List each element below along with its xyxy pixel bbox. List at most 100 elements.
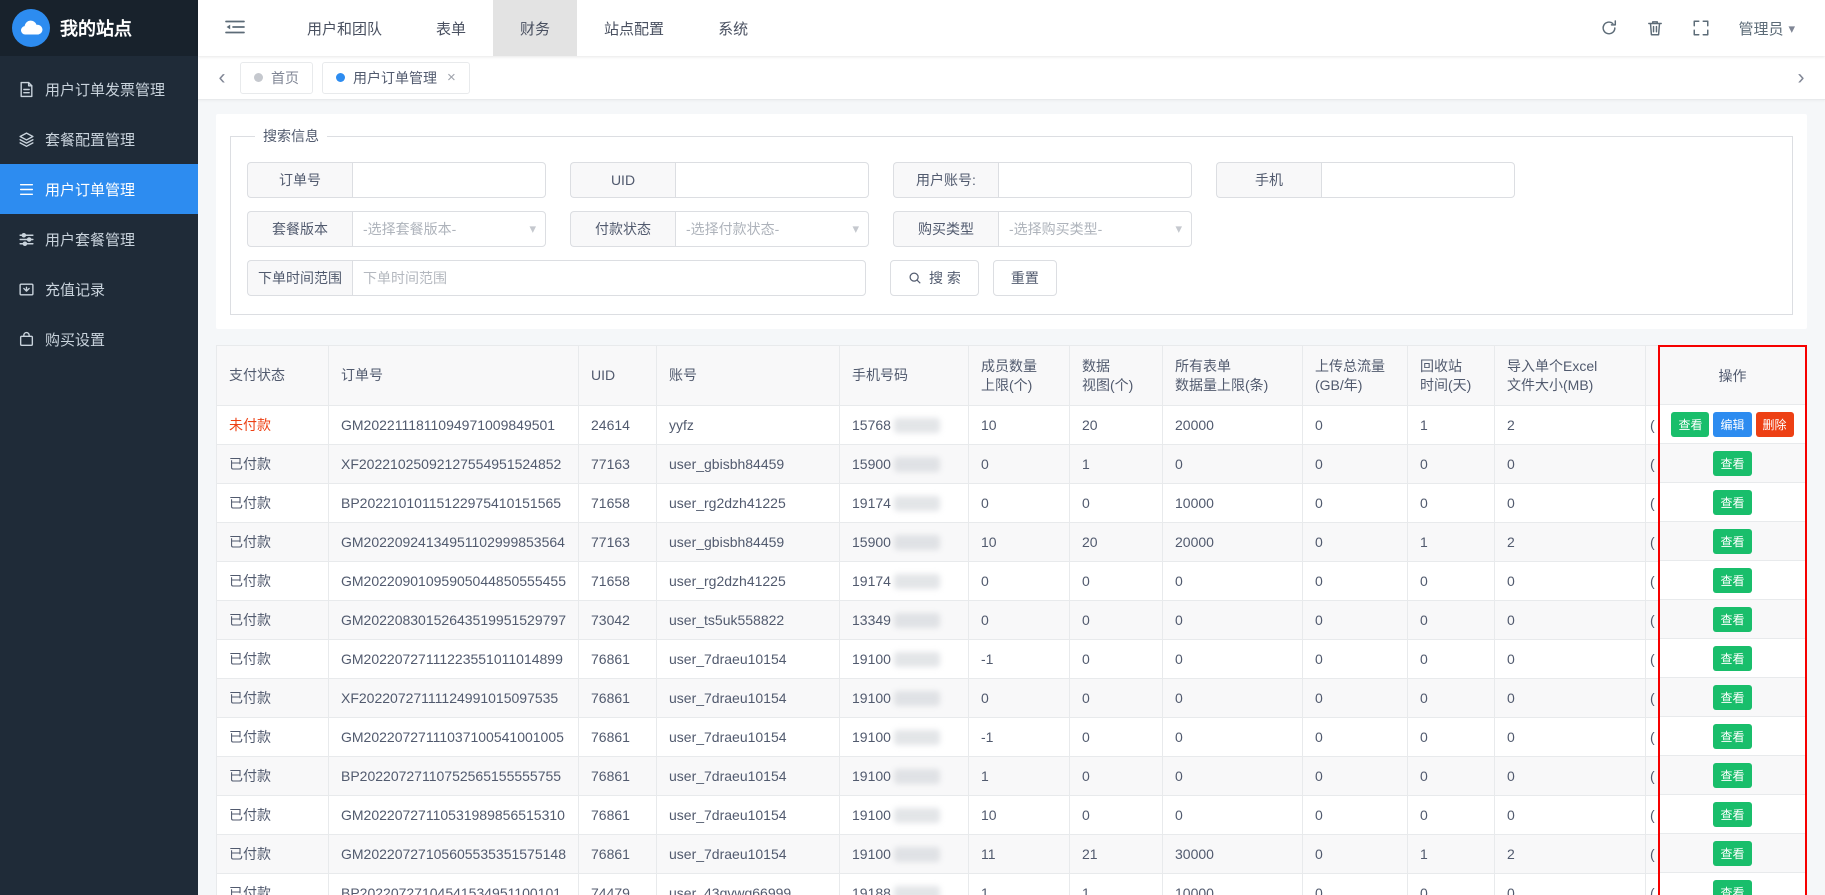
cell-excel: 0 [1495,679,1646,718]
view-button[interactable]: 查看 [1713,529,1751,554]
phone-masked-blur [894,808,940,823]
top-nav-item[interactable]: 系统 [691,0,775,56]
cell-excel: 0 [1495,718,1646,757]
reset-button-label: 重置 [1011,268,1039,288]
view-button[interactable]: 查看 [1713,724,1751,749]
cell-members: -1 [969,718,1070,757]
account-label: 用户账号: [893,162,998,198]
view-button[interactable]: 查看 [1713,568,1751,593]
cell-uid: 76861 [579,679,657,718]
tabs-scroll-right-icon[interactable] [1787,67,1815,88]
view-button[interactable]: 查看 [1713,763,1751,788]
fullscreen-icon[interactable] [1692,19,1710,37]
cell-order: XF20221025092127554951524852 [329,445,579,484]
table-row: 已付款GM2022072711122355101101489976861user… [217,640,1706,679]
phone-prefix: 15900 [852,456,891,472]
collapse-menu-icon[interactable] [224,19,246,37]
cell-forms: 0 [1163,601,1303,640]
package-select[interactable]: -选择套餐版本- [352,211,546,247]
column-header-order: 订单号 [329,346,579,406]
cell-order: BP20220727104541534951100101 [329,874,579,895]
cell-recycle: 0 [1408,796,1495,835]
search-legend: 搜索信息 [255,126,327,146]
cell-excel: 2 [1495,835,1646,874]
refresh-icon[interactable] [1600,19,1618,37]
sidebar-item[interactable]: 充值记录 [0,264,198,314]
admin-dropdown[interactable]: 管理员 [1738,18,1795,39]
view-button[interactable]: 查看 [1713,451,1751,476]
column-header-forms: 所有表单数据量上限(条) [1163,346,1303,406]
top-nav-item[interactable]: 表单 [409,0,493,56]
column-header-members: 成员数量上限(个) [969,346,1070,406]
main-area: 用户和团队表单财务站点配置系统 管理员 首页用户订单管理 搜索信息 [198,0,1825,895]
trash-icon[interactable] [1646,19,1664,37]
buy-type-select-placeholder: -选择购买类型- [1009,219,1102,239]
delete-button[interactable]: 删除 [1756,412,1794,437]
cell-forms: 0 [1163,562,1303,601]
column-header-views: 数据视图(个) [1070,346,1163,406]
cell-phone: 13349 [840,601,969,640]
edit-button[interactable]: 编辑 [1713,412,1751,437]
view-button[interactable]: 查看 [1713,646,1751,671]
operation-cell: 查看 [1660,756,1805,795]
time-range-label: 下单时间范围 [247,260,352,296]
view-button[interactable]: 查看 [1713,841,1751,866]
cell-recycle: 0 [1408,718,1495,757]
top-nav-item[interactable]: 站点配置 [577,0,691,56]
top-nav-item[interactable]: 用户和团队 [280,0,409,56]
uid-input[interactable] [675,162,869,198]
tabs-scroll-left-icon[interactable] [208,67,236,88]
column-header-account: 账号 [657,346,840,406]
cell-order: GM20220901095905044850555455 [329,562,579,601]
cell-status: 已付款 [217,757,329,796]
view-button[interactable]: 查看 [1671,412,1709,437]
close-tab-icon[interactable] [447,69,456,86]
reset-button[interactable]: 重置 [993,260,1057,296]
cell-uid: 74479 [579,874,657,895]
cell-views: 0 [1070,640,1163,679]
sidebar-item[interactable]: 用户订单发票管理 [0,64,198,114]
view-button[interactable]: 查看 [1713,490,1751,515]
cell-status: 已付款 [217,796,329,835]
sidebar-item[interactable]: 套餐配置管理 [0,114,198,164]
tab-dot-icon [336,73,345,82]
tab-item[interactable]: 首页 [240,62,313,94]
cell-order: GM20220727111223551011014899 [329,640,579,679]
cell-status: 已付款 [217,445,329,484]
cell-views: 0 [1070,562,1163,601]
buy-type-select[interactable]: -选择购买类型- [998,211,1192,247]
cell-traffic: 0 [1303,562,1408,601]
phone-masked-blur [894,769,940,784]
cell-recycle: 0 [1408,679,1495,718]
time-range-input[interactable] [352,260,866,296]
view-button[interactable]: 查看 [1713,685,1751,710]
sidebar-item-label: 用户套餐管理 [45,229,135,250]
account-input[interactable] [998,162,1192,198]
invoice-icon [18,81,35,98]
app-root: 我的站点 用户订单发票管理套餐配置管理用户订单管理用户套餐管理充值记录购买设置 … [0,0,1825,895]
orders-table-scroll[interactable]: 支付状态订单号UID账号手机号码成员数量上限(个)数据视图(个)所有表单数据量上… [216,345,1807,895]
pay-status-select[interactable]: -选择付款状态- [675,211,869,247]
sidebar-item-label: 用户订单发票管理 [45,79,165,100]
cell-views: 21 [1070,835,1163,874]
view-button[interactable]: 查看 [1713,607,1751,632]
cell-phone: 19100 [840,718,969,757]
view-button[interactable]: 查看 [1713,880,1751,895]
sidebar-item[interactable]: 购买设置 [0,314,198,364]
cell-account: user_7draeu10154 [657,835,840,874]
cell-account: user_7draeu10154 [657,679,840,718]
view-button[interactable]: 查看 [1713,802,1751,827]
tab-item[interactable]: 用户订单管理 [322,62,470,94]
orders-table: 支付状态订单号UID账号手机号码成员数量上限(个)数据视图(个)所有表单数据量上… [216,345,1706,895]
phone-masked-blur [894,652,940,667]
top-nav-item[interactable]: 财务 [493,0,577,56]
phone-masked-blur [894,496,940,511]
sidebar-item[interactable]: 用户套餐管理 [0,214,198,264]
sidebar-item[interactable]: 用户订单管理 [0,164,198,214]
cell-views: 0 [1070,679,1163,718]
order-no-input[interactable] [352,162,546,198]
cell-traffic: 0 [1303,796,1408,835]
search-button[interactable]: 搜 索 [890,260,979,296]
phone-prefix: 15900 [852,534,891,550]
phone-input[interactable] [1321,162,1515,198]
